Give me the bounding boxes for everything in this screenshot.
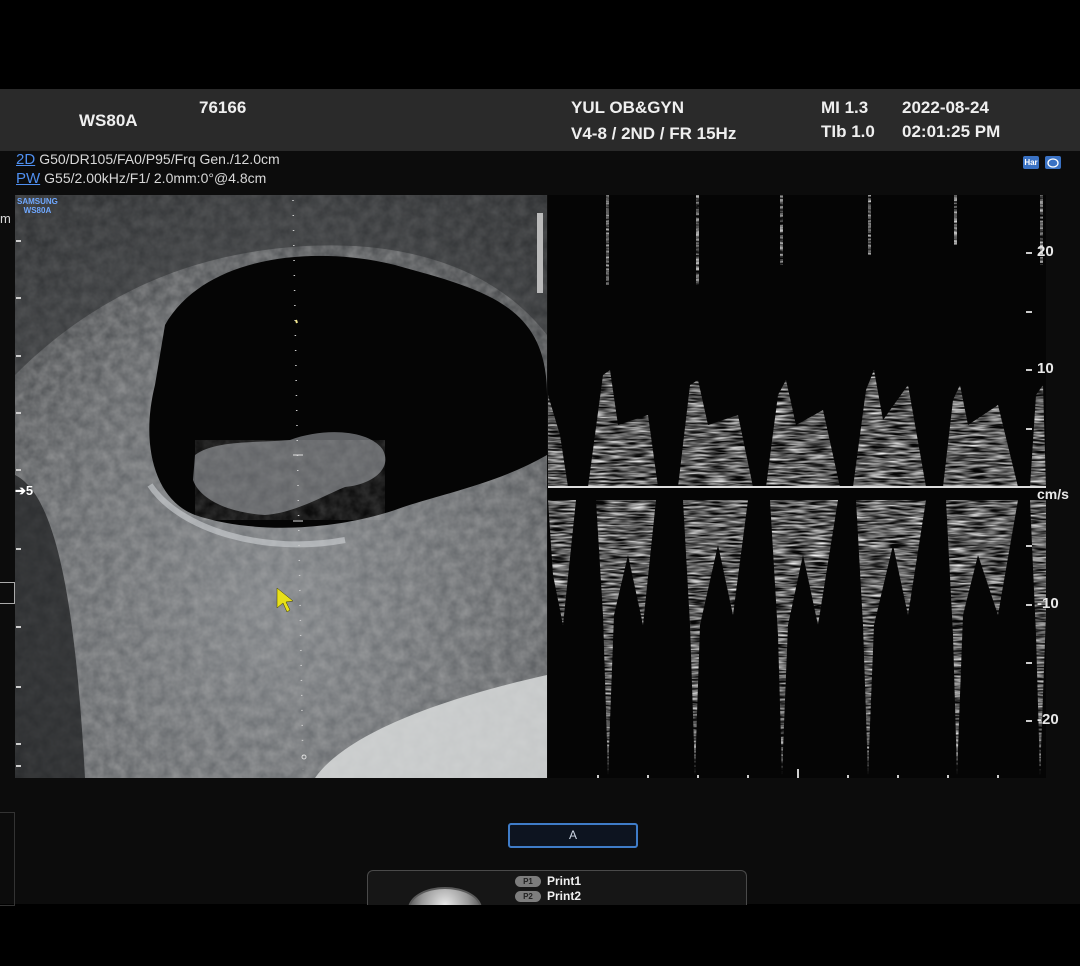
focus-arrow-icon: ➔	[15, 483, 26, 498]
p1-key: P1	[515, 876, 541, 888]
scale-label-neg10: -10	[1037, 595, 1059, 612]
side-panel-edge	[0, 812, 15, 906]
print1-button[interactable]: P1 Print1	[515, 874, 581, 888]
mechanical-index: MI 1.3	[821, 98, 869, 117]
trackball-icon[interactable]	[408, 887, 482, 905]
exam-time: 02:01:25 PM	[902, 122, 1001, 141]
mode-2d-values: G50/DR105/FA0/P95/Frq Gen./12.0cm	[39, 151, 280, 167]
velocity-unit: cm/s	[1037, 486, 1069, 502]
left-edge-label: m	[0, 211, 11, 226]
scale-label-10: 10	[1037, 360, 1054, 377]
thermal-index: TIb 1.0	[821, 122, 875, 141]
probe-info: V4-8 / 2ND / FR 15Hz	[571, 124, 737, 143]
mode-pw-key[interactable]: PW	[16, 170, 40, 187]
p2-key: P2	[515, 891, 541, 903]
params-2d: 2D G50/DR105/FA0/P95/Frq Gen./12.0cm	[16, 151, 280, 168]
patient-id: 76166	[199, 98, 247, 117]
focus-marker[interactable]: ➔5	[15, 483, 33, 499]
print2-button[interactable]: P2 Print2	[515, 889, 581, 903]
doppler-spectrum[interactable]	[548, 195, 1046, 778]
side-tab[interactable]	[0, 582, 15, 604]
scale-label-20: 20	[1037, 243, 1054, 260]
scale-label-neg20: -20	[1037, 711, 1059, 728]
mode-2d-key[interactable]: 2D	[16, 151, 35, 168]
params-pw: PW G55/2.00kHz/F1/ 2.0mm:0°@4.8cm	[16, 170, 266, 187]
device-model: WS80A	[79, 111, 138, 130]
institution-name: YUL OB&GYN	[571, 98, 685, 117]
exam-date: 2022-08-24	[902, 98, 989, 117]
harmonic-icon[interactable]: Har	[1023, 156, 1039, 169]
bmode-image[interactable]	[15, 195, 547, 778]
mode-pw-values: G55/2.00kHz/F1/ 2.0mm:0°@4.8cm	[44, 170, 267, 186]
print-panel: P1 Print1 P2 Print2	[367, 870, 747, 905]
selector-a-button[interactable]: A	[508, 823, 638, 848]
probe-icon[interactable]	[1045, 156, 1061, 169]
samsung-logo: SAMSUNG WS80A	[17, 197, 58, 215]
